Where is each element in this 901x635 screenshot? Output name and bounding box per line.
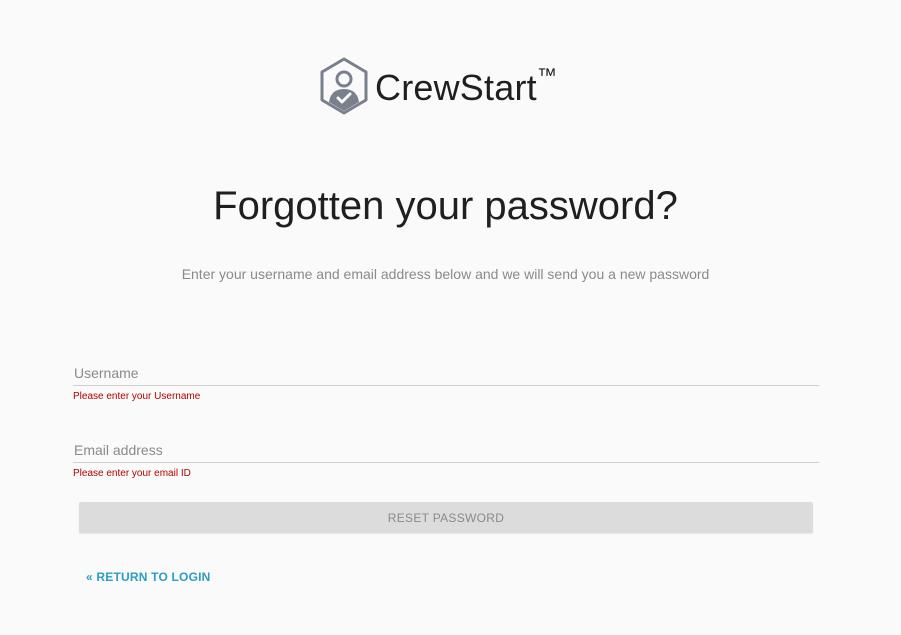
return-to-login-link[interactable]: « RETURN TO LOGIN [86, 569, 211, 585]
brand-name: CrewStart™ [375, 66, 557, 108]
email-input[interactable] [73, 439, 819, 463]
username-field-group: Please enter your Username [73, 362, 819, 403]
trademark-symbol: ™ [536, 65, 558, 87]
brand: CrewStart™ [319, 56, 557, 116]
email-error: Please enter your email ID [73, 468, 191, 479]
page-subtitle: Enter your username and email address be… [181, 266, 710, 282]
user-check-hexagon-icon [320, 57, 368, 115]
brand-name-text: CrewStart [375, 67, 537, 108]
username-error: Please enter your Username [73, 391, 201, 402]
page-title: Forgotten your password? [213, 184, 678, 228]
username-input[interactable] [73, 362, 819, 386]
reset-password-button[interactable]: RESET PASSWORD [79, 502, 813, 533]
email-field-group: Please enter your email ID [73, 439, 819, 480]
